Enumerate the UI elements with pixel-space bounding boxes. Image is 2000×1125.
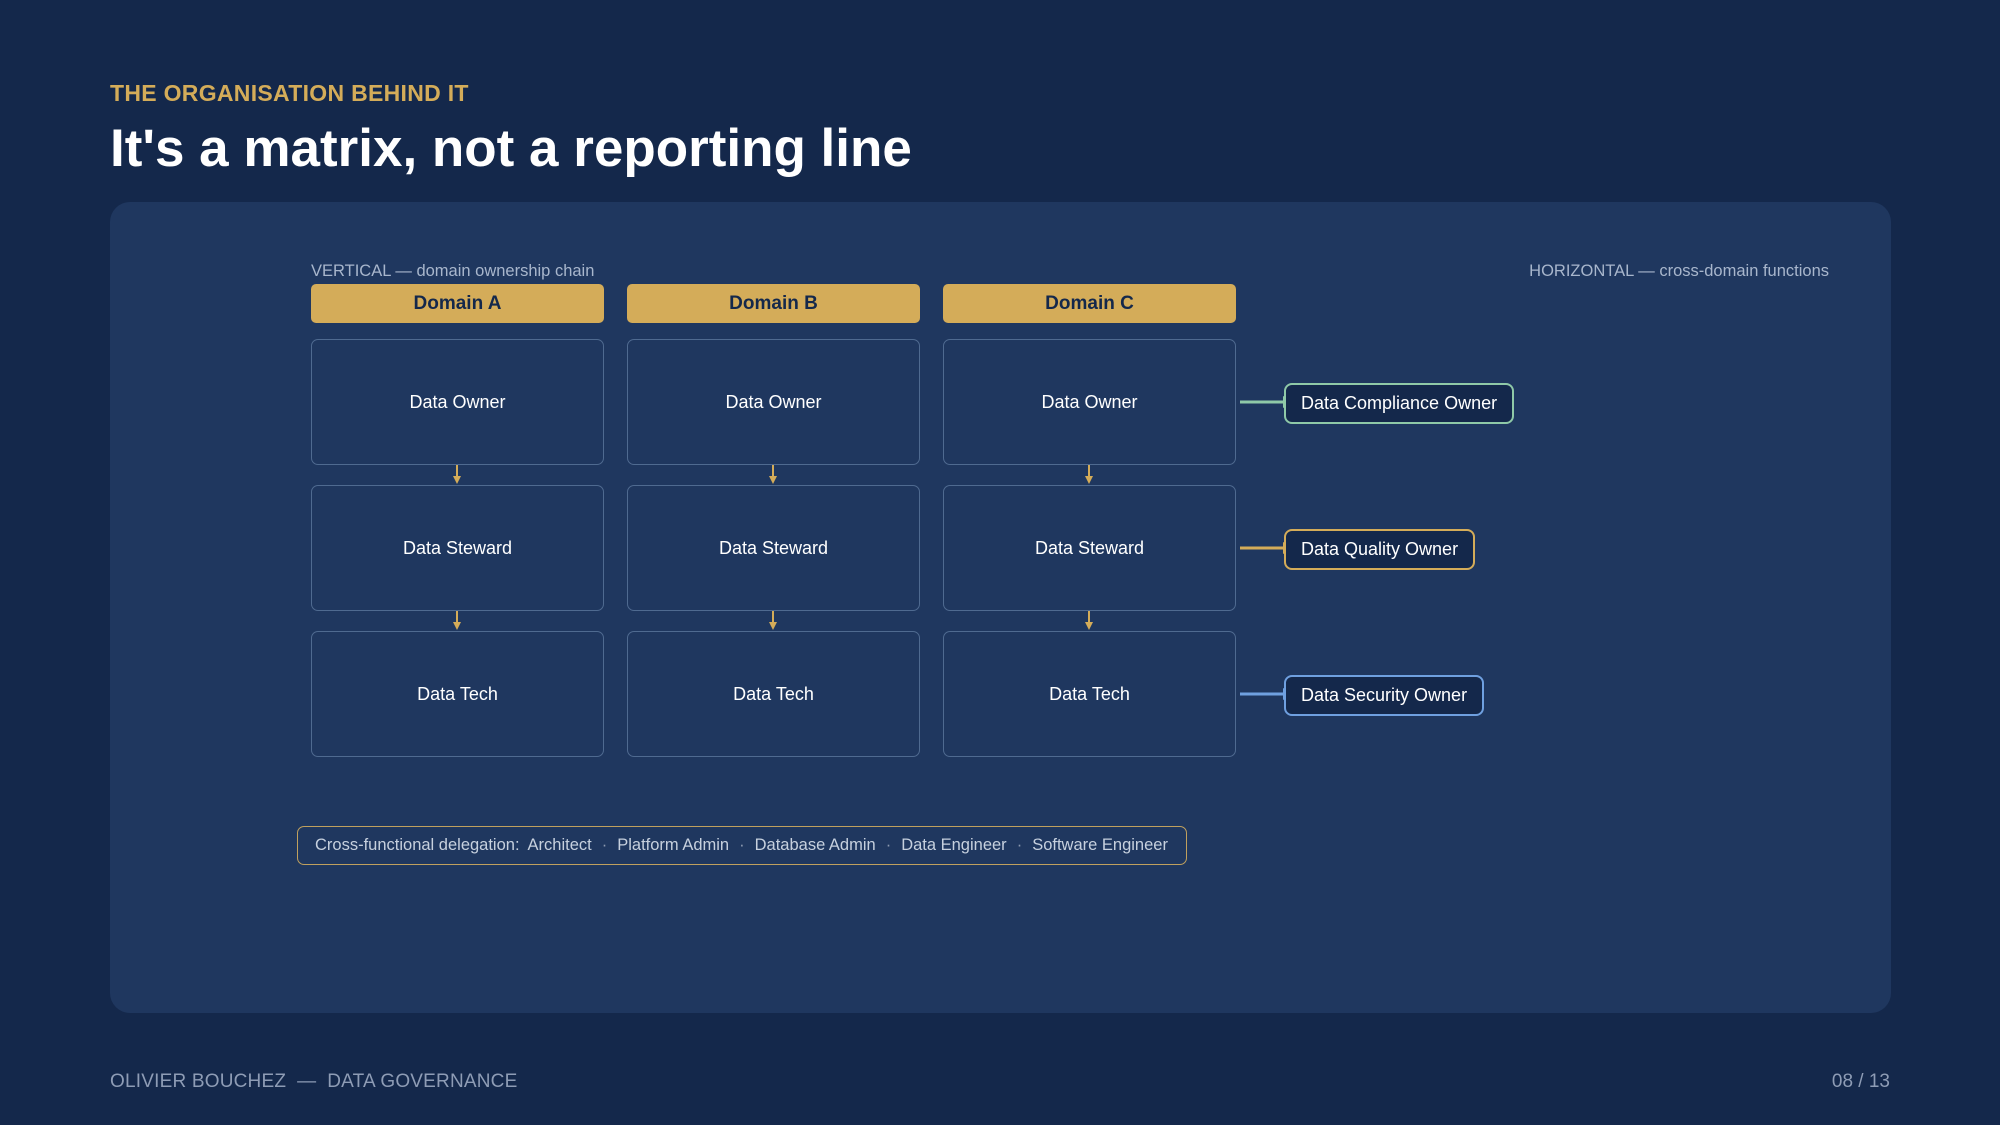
horizontal-caption: HORIZONTAL — cross-domain functions (1529, 262, 1829, 280)
domain-header-c: Domain C (943, 284, 1236, 323)
role-data-owner-c: Data Owner (943, 339, 1236, 465)
delegation-item-platform-admin: Platform Admin (617, 836, 730, 854)
delegation-separator: · (601, 836, 608, 854)
role-data-owner-a: Data Owner (311, 339, 604, 465)
delegation-separator: · (885, 836, 892, 854)
role-data-tech-b: Data Tech (627, 631, 920, 757)
slide: THE ORGANISATION BEHIND IT It's a matrix… (0, 0, 2000, 1125)
section-eyebrow: THE ORGANISATION BEHIND IT (110, 80, 469, 106)
delegation-item-database-admin: Database Admin (754, 836, 876, 854)
domain-header-b: Domain B (627, 284, 920, 323)
page-number: 08 / 13 (1831, 1071, 1890, 1092)
role-data-owner-b: Data Owner (627, 339, 920, 465)
footer-author: OLIVIER BOUCHEZ — DATA GOVERNANCE (110, 1071, 518, 1092)
delegation-strip: Cross-functional delegation: Architect ·… (297, 826, 1187, 865)
slide-title: It's a matrix, not a reporting line (110, 119, 912, 178)
vertical-caption: VERTICAL — domain ownership chain (311, 262, 595, 280)
role-data-steward-a: Data Steward (311, 485, 604, 611)
role-data-tech-a: Data Tech (311, 631, 604, 757)
function-data-security-owner: Data Security Owner (1284, 675, 1485, 716)
delegation-lead: Cross-functional delegation: (315, 836, 520, 854)
function-data-quality-owner: Data Quality Owner (1284, 529, 1476, 570)
role-data-steward-c: Data Steward (943, 485, 1236, 611)
delegation-item-architect: Architect (527, 836, 592, 854)
delegation-separator: · (1016, 836, 1023, 854)
function-data-compliance-owner: Data Compliance Owner (1284, 383, 1515, 424)
delegation-item-software-engineer: Software Engineer (1032, 836, 1168, 854)
delegation-separator: · (739, 836, 745, 854)
delegation-item-data-engineer: Data Engineer (901, 836, 1007, 854)
domain-header-a: Domain A (311, 284, 604, 323)
role-data-tech-c: Data Tech (943, 631, 1236, 757)
role-data-steward-b: Data Steward (627, 485, 920, 611)
